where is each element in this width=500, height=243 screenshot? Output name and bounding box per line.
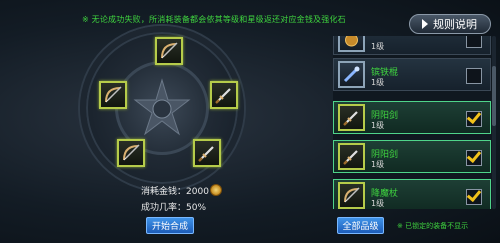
bow-icon — [105, 86, 122, 103]
item-checkbox[interactable] — [466, 36, 482, 48]
wheel-star-ornament — [133, 78, 191, 136]
bow-icon — [161, 42, 178, 59]
item-checkbox[interactable] — [466, 186, 482, 205]
rules-button-label: 规则说明 — [433, 18, 477, 31]
wheel-slot-upper-right[interactable] — [210, 81, 238, 109]
sword-icon — [198, 146, 214, 162]
synthesis-panel: ※ 无论成功失败，所消耗装备都会依其等级和星级返还对应金钱及强化石 规则说明 消… — [0, 0, 500, 243]
item-level: 1级 — [371, 42, 385, 51]
bow-icon — [344, 187, 360, 203]
all-quality-button[interactable]: 全部品级 — [337, 217, 384, 234]
wheel-slot-lower-right[interactable] — [193, 139, 221, 167]
orb-icon — [345, 36, 358, 47]
equipment-list: 1级 镔铁棍 1级 阴阳剑 1级 阴阳剑 1级 降魔杖 1级 — [333, 36, 495, 209]
cost-label: 消耗金钱： — [141, 187, 187, 197]
success-rate-row: 成功几率：50% — [141, 200, 206, 213]
list-scrollbar[interactable] — [492, 36, 496, 209]
item-icon-slot — [338, 182, 365, 209]
item-icon-slot — [338, 61, 365, 88]
cost-value: 2000 — [186, 187, 209, 197]
bow-icon — [123, 144, 140, 161]
cost-row: 消耗金钱：2000 — [141, 184, 209, 197]
wheel-slot-top[interactable] — [155, 37, 183, 65]
checkmark-icon — [466, 186, 482, 203]
start-synthesis-button[interactable]: 开始合成 — [146, 217, 194, 234]
scrollbar-thumb[interactable] — [492, 66, 496, 126]
list-item[interactable]: 降魔杖 1级 — [333, 179, 491, 209]
sword-icon — [343, 111, 358, 126]
gold-coin-icon — [210, 184, 222, 196]
staff-icon — [343, 66, 360, 83]
item-level: 1级 — [371, 199, 385, 208]
locked-note: ※ 已锁定的装备不显示 — [397, 222, 469, 230]
wheel-slot-lower-left[interactable] — [117, 139, 145, 167]
success-rate-label: 成功几率： — [141, 203, 187, 213]
success-rate-value: 50% — [186, 203, 207, 213]
item-level: 1级 — [371, 121, 385, 130]
rules-button[interactable]: 规则说明 — [409, 14, 491, 34]
list-item[interactable]: 阴阳剑 1级 — [333, 140, 491, 173]
checkmark-icon — [466, 147, 482, 164]
item-icon-slot — [338, 36, 365, 52]
item-icon-slot — [338, 104, 365, 131]
item-checkbox[interactable] — [466, 108, 482, 127]
item-level: 1级 — [371, 160, 385, 169]
list-item[interactable]: 阴阳剑 1级 — [333, 101, 491, 134]
sword-icon — [215, 88, 231, 104]
item-icon-slot — [338, 143, 365, 170]
item-checkbox[interactable] — [466, 147, 482, 166]
item-checkbox[interactable] — [466, 68, 482, 84]
list-item[interactable]: 1级 — [333, 36, 491, 55]
checkmark-icon — [466, 108, 482, 125]
notice-text: ※ 无论成功失败，所消耗装备都会依其等级和星级返还对应金钱及强化石 — [82, 15, 346, 24]
play-arrow-icon — [422, 19, 428, 29]
item-level: 1级 — [371, 78, 385, 87]
list-item[interactable]: 镔铁棍 1级 — [333, 58, 491, 91]
wheel-slot-upper-left[interactable] — [99, 81, 127, 109]
sword-icon — [343, 150, 358, 165]
